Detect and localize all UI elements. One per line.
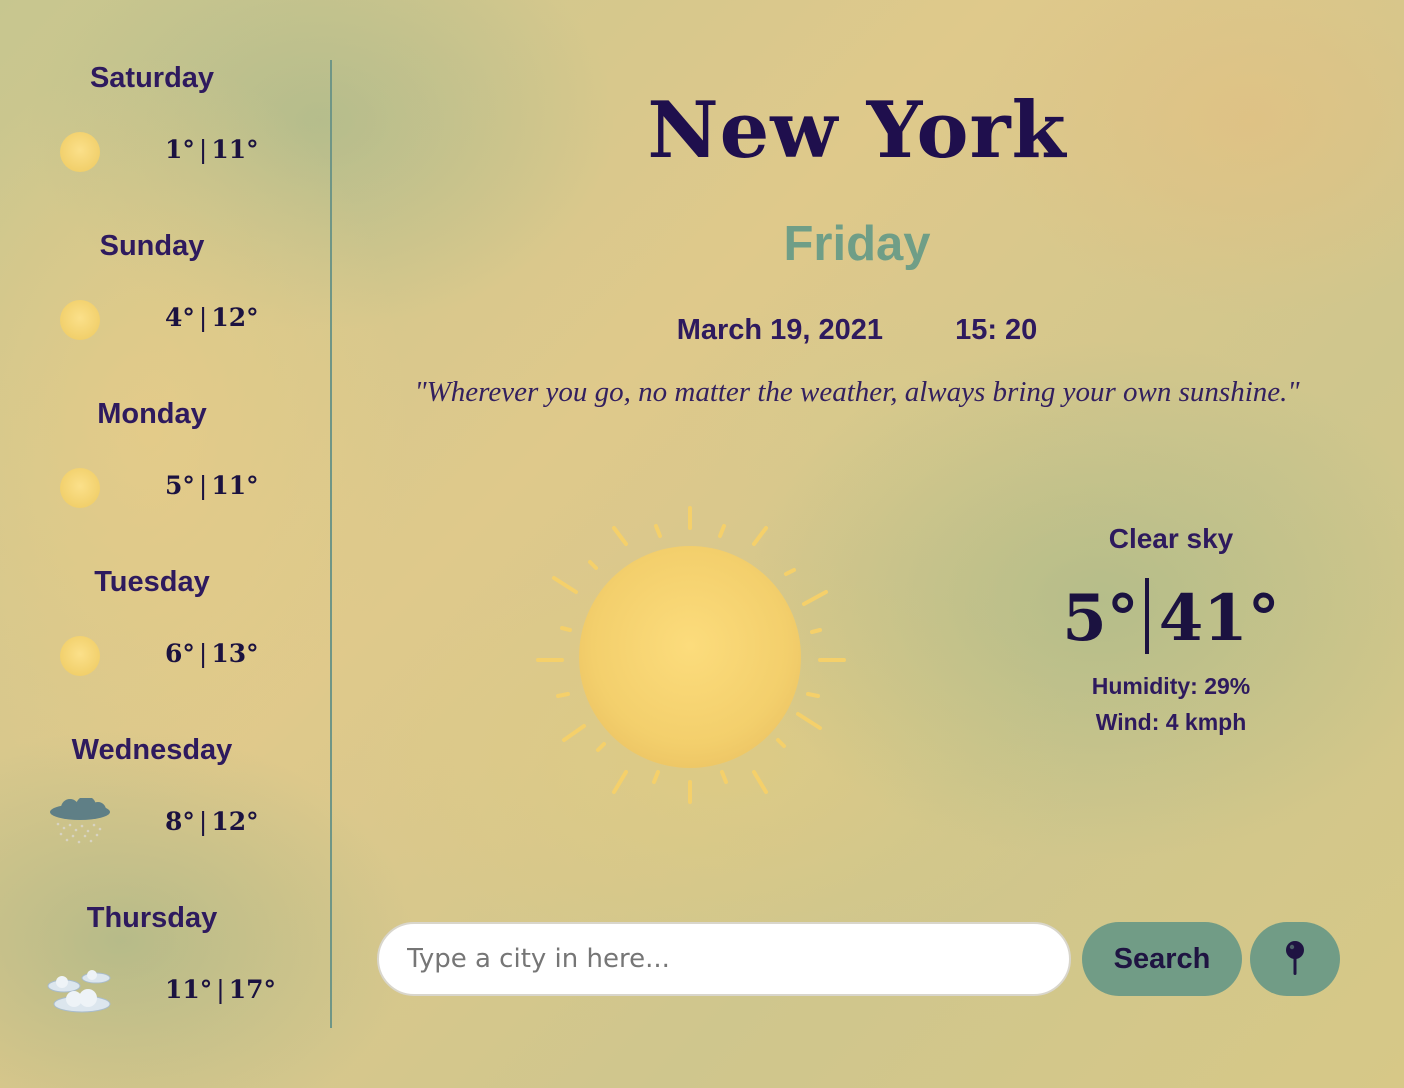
current-location-button[interactable] [1250, 922, 1340, 996]
forecast-high: 12° [211, 303, 259, 332]
forecast-high: 11° [211, 135, 259, 164]
forecast-low: 4° [165, 303, 195, 332]
temp-separator: | [198, 639, 208, 668]
forecast-day: Sunday 4° | 12° [0, 228, 330, 396]
wind-text: Wind: 4 kmph [1095, 709, 1247, 735]
forecast-temps: 5° | 11° [165, 470, 259, 502]
forecast-day-name: Monday [97, 398, 207, 430]
sun-icon [46, 126, 114, 178]
forecast-day-name: Tuesday [94, 566, 210, 598]
current-conditions: Clear sky 5° 41° Humidity: 29% Wind: 4 km… [1031, 520, 1311, 740]
weather-quote: "Wherever you go, no matter the weather,… [414, 376, 1300, 408]
city-search-input[interactable] [377, 922, 1071, 996]
forecast-temps: 4° | 12° [165, 302, 259, 334]
temp-divider [1144, 578, 1149, 654]
forecast-day-name: Thursday [86, 902, 218, 934]
temp-separator: | [198, 471, 208, 500]
forecast-day: Saturday 1° | 11° [0, 60, 330, 228]
forecast-low: 5° [165, 471, 195, 500]
city-title: New York [647, 85, 1067, 176]
forecast-day-name: Wednesday [71, 734, 233, 766]
search-button[interactable]: Search [1082, 922, 1242, 996]
sun-icon [46, 294, 114, 346]
forecast-high: 12° [211, 807, 259, 836]
current-time: 15: 20 [955, 314, 1038, 346]
forecast-day-name: Saturday [89, 62, 215, 94]
forecast-low: 11° [165, 975, 213, 1004]
forecast-day: Tuesday 6° | 13° [0, 564, 330, 732]
sun-icon [46, 462, 114, 514]
clouds-icon [46, 966, 114, 1018]
forecast-day: Thursday 11° | 17° [0, 900, 330, 1068]
current-datetime: March 19, 2021 15: 20 [332, 312, 1382, 348]
temp-separator: | [198, 135, 208, 164]
rain-cloud-icon [46, 796, 114, 850]
forecast-low: 1° [165, 135, 195, 164]
forecast-temps: 11° | 17° [165, 974, 276, 1006]
forecast-day: Wednesday 8° | 12° [0, 732, 330, 900]
weather-description: Clear sky [1108, 523, 1234, 554]
forecast-temps: 6° | 13° [165, 638, 259, 670]
temp-separator: | [198, 303, 208, 332]
forecast-temps: 1° | 11° [165, 134, 259, 166]
forecast-high: 17° [228, 975, 277, 1004]
current-temperature: 5° 41° [1031, 578, 1311, 654]
temp-fahrenheit: 41° [1158, 581, 1280, 656]
forecast-low: 6° [165, 639, 195, 668]
forecast-high: 11° [211, 471, 259, 500]
forecast-high: 13° [211, 639, 259, 668]
temp-separator: | [216, 975, 225, 1004]
temp-celsius: 5° [1062, 581, 1139, 656]
humidity-text: Humidity: 29% [1091, 673, 1251, 699]
forecast-sidebar: Saturday 1°|11° Sunday 4°|12° Monday [0, 0, 331, 1088]
current-weekday: Friday [783, 217, 931, 271]
location-pin-icon [1250, 939, 1340, 979]
forecast-day: Monday 5° | 11° [0, 396, 330, 564]
weather-meta: Humidity: 29% Wind: 4 kmph [1031, 668, 1311, 740]
forecast-day-name: Sunday [99, 230, 205, 262]
sidebar-divider [330, 60, 332, 1028]
temp-separator: | [198, 807, 208, 836]
forecast-temps: 8° | 12° [165, 806, 259, 838]
forecast-low: 8° [165, 807, 195, 836]
sun-icon [530, 500, 850, 810]
current-date: March 19, 2021 [676, 314, 884, 346]
sun-icon [46, 630, 114, 682]
